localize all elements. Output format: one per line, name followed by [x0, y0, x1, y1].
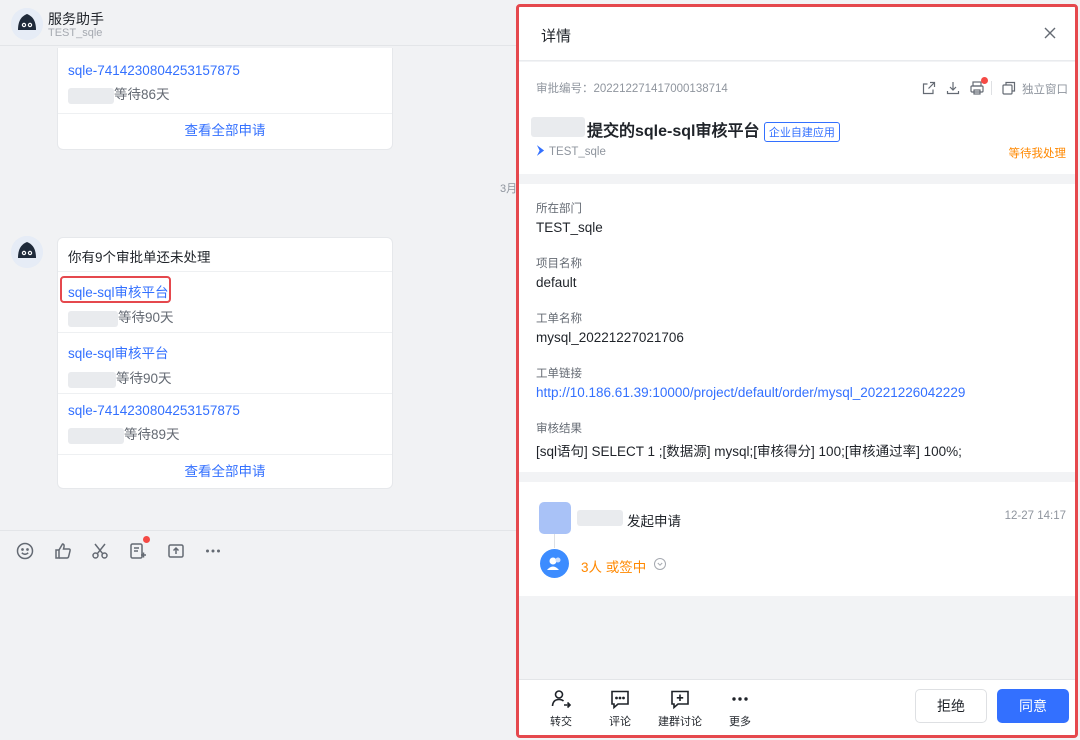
notification-dot: [143, 536, 150, 543]
bot-name[interactable]: 服务助手: [48, 9, 104, 29]
org-icon: [536, 145, 545, 156]
blurred-name: [531, 117, 585, 137]
action-bar: 转交 评论 建群讨论 更多 拒绝 同意: [519, 679, 1075, 735]
approval-link[interactable]: sqle-sql审核平台: [68, 342, 382, 362]
transfer-label: 转交: [550, 716, 572, 728]
approval-title: 提交的sqle-sql审核平台: [587, 123, 760, 140]
form-section: 所在部门 TEST_sqle 项目名称 default 工单名称 mysql_2…: [519, 184, 1075, 472]
scissors-icon[interactable]: [90, 541, 110, 561]
blurred-name: [68, 87, 114, 104]
group-discussion-button[interactable]: 建群讨论: [652, 688, 708, 729]
notification-dot: [981, 77, 988, 84]
message-toolbar: [0, 530, 520, 570]
timeline-connector: [554, 534, 555, 548]
standalone-window-icon[interactable]: [1001, 80, 1017, 96]
blurred-name: [577, 510, 623, 526]
bot-avatar[interactable]: [11, 236, 43, 268]
timeline-start-text: 发起申请: [627, 514, 681, 529]
approval-number: 审批编号：202212271417000138714: [536, 80, 728, 96]
approval-heading: 提交的sqle-sql审核平台 企业自建应用: [587, 117, 840, 142]
field-value-result: [sql语句] SELECT 1 ;[数据源] mysql;[审核得分] 100…: [536, 444, 962, 459]
list-item: sqle-7414230804253157875 等待86天: [58, 48, 392, 114]
agree-button[interactable]: 同意: [997, 689, 1069, 723]
approval-card-2: 你有9个审批单还未处理 sqle-sql审核平台 等待90天 sqle-sql审…: [57, 237, 393, 489]
more-button[interactable]: 更多: [718, 688, 762, 729]
close-icon[interactable]: [1041, 24, 1059, 42]
download-icon[interactable]: [945, 80, 961, 96]
timeline-start-time: 12-27 14:17: [1004, 510, 1066, 522]
field-value-department: TEST_sqle: [536, 220, 603, 235]
blurred-name: [68, 371, 116, 388]
more-icon[interactable]: [203, 541, 223, 561]
status-badge: 等待我处理: [1008, 148, 1067, 160]
blurred-name: [68, 427, 124, 444]
approval-link[interactable]: sqle-7414230804253157875: [68, 63, 382, 78]
field-label-result: 审核结果: [536, 423, 582, 435]
view-all-row: 查看全部申请: [58, 114, 392, 147]
wait-text: 等待86天: [114, 87, 170, 102]
org-row: TEST_sqle: [536, 145, 606, 158]
approval-number-label: 审批编号：: [536, 83, 594, 95]
field-value-order-name: mysql_20221227021706: [536, 330, 684, 345]
emoji-icon[interactable]: [15, 541, 35, 561]
transfer-icon: [551, 690, 572, 709]
forward-icon[interactable]: [166, 541, 186, 561]
chat-area: 服务助手 TEST_sqle sqle-7414230804253157875 …: [0, 0, 520, 740]
comment-label: 评论: [609, 716, 631, 728]
date-separator: 3月: [500, 183, 518, 195]
standalone-window-label[interactable]: 独立窗口: [1022, 81, 1068, 97]
transfer-button[interactable]: 转交: [539, 688, 583, 729]
approval-link[interactable]: sqle-7414230804253157875: [68, 403, 382, 418]
group-chat-icon: [671, 690, 689, 710]
field-label-project: 项目名称: [536, 258, 582, 270]
field-value-order-link[interactable]: http://10.186.61.39:10000/project/defaul…: [536, 385, 965, 400]
wait-text: 等待90天: [116, 371, 172, 386]
approvers-icon: [540, 549, 569, 578]
field-label-order-link: 工单链接: [536, 368, 582, 380]
approval-number-value: 202212271417000138714: [593, 83, 728, 95]
summary-section: 审批编号：202212271417000138714 独立窗口 提交的sqle-…: [519, 62, 1075, 174]
list-item: sqle-sql审核平台 等待90天: [58, 272, 392, 333]
detail-title: 详情: [541, 28, 572, 45]
card-title: 你有9个审批单还未处理: [68, 250, 211, 265]
comment-button[interactable]: 评论: [598, 688, 642, 729]
divider: [991, 81, 992, 95]
blurred-name: [68, 310, 118, 327]
reject-button[interactable]: 拒绝: [915, 689, 987, 723]
view-all-link[interactable]: 查看全部申请: [58, 455, 392, 488]
timeline-pending-text[interactable]: 3人 或签中: [581, 556, 646, 576]
detail-header: 详情: [519, 7, 1075, 61]
field-label-order-name: 工单名称: [536, 313, 582, 325]
org-name: TEST_sqle: [549, 146, 606, 158]
more-label: 更多: [729, 716, 751, 728]
bot-subtitle: TEST_sqle: [48, 27, 103, 39]
field-label-department: 所在部门: [536, 203, 582, 215]
requester-avatar[interactable]: [539, 502, 571, 534]
group-discussion-label: 建群讨论: [658, 716, 702, 728]
wait-text: 等待89天: [124, 427, 180, 442]
view-all-link[interactable]: 查看全部申请: [58, 114, 392, 147]
task-icon[interactable]: [128, 541, 148, 561]
open-external-icon[interactable]: [921, 80, 937, 96]
more-icon: [732, 697, 748, 701]
list-item: sqle-sql审核平台 等待90天: [58, 333, 392, 394]
view-all-row: 查看全部申请: [58, 455, 392, 488]
list-item: sqle-7414230804253157875 等待89天: [58, 394, 392, 455]
bot-avatar[interactable]: [11, 8, 43, 40]
approval-link[interactable]: sqle-sql审核平台: [68, 281, 382, 301]
timeline-section: 发起申请 12-27 14:17 3人 或签中: [519, 482, 1075, 596]
thumbs-up-icon[interactable]: [53, 541, 73, 561]
approval-card-1: sqle-7414230804253157875 等待86天 查看全部申请: [57, 48, 393, 150]
comment-icon: [611, 690, 629, 710]
detail-panel: 详情 审批编号：202212271417000138714 独立窗口 提交的sq…: [516, 4, 1078, 738]
field-value-project: default: [536, 275, 577, 290]
chat-header: 服务助手 TEST_sqle: [0, 0, 520, 46]
chevron-down-icon[interactable]: [653, 557, 667, 571]
wait-text: 等待90天: [118, 310, 174, 325]
app-type-tag: 企业自建应用: [763, 121, 840, 142]
card-header: 你有9个审批单还未处理: [58, 238, 392, 272]
